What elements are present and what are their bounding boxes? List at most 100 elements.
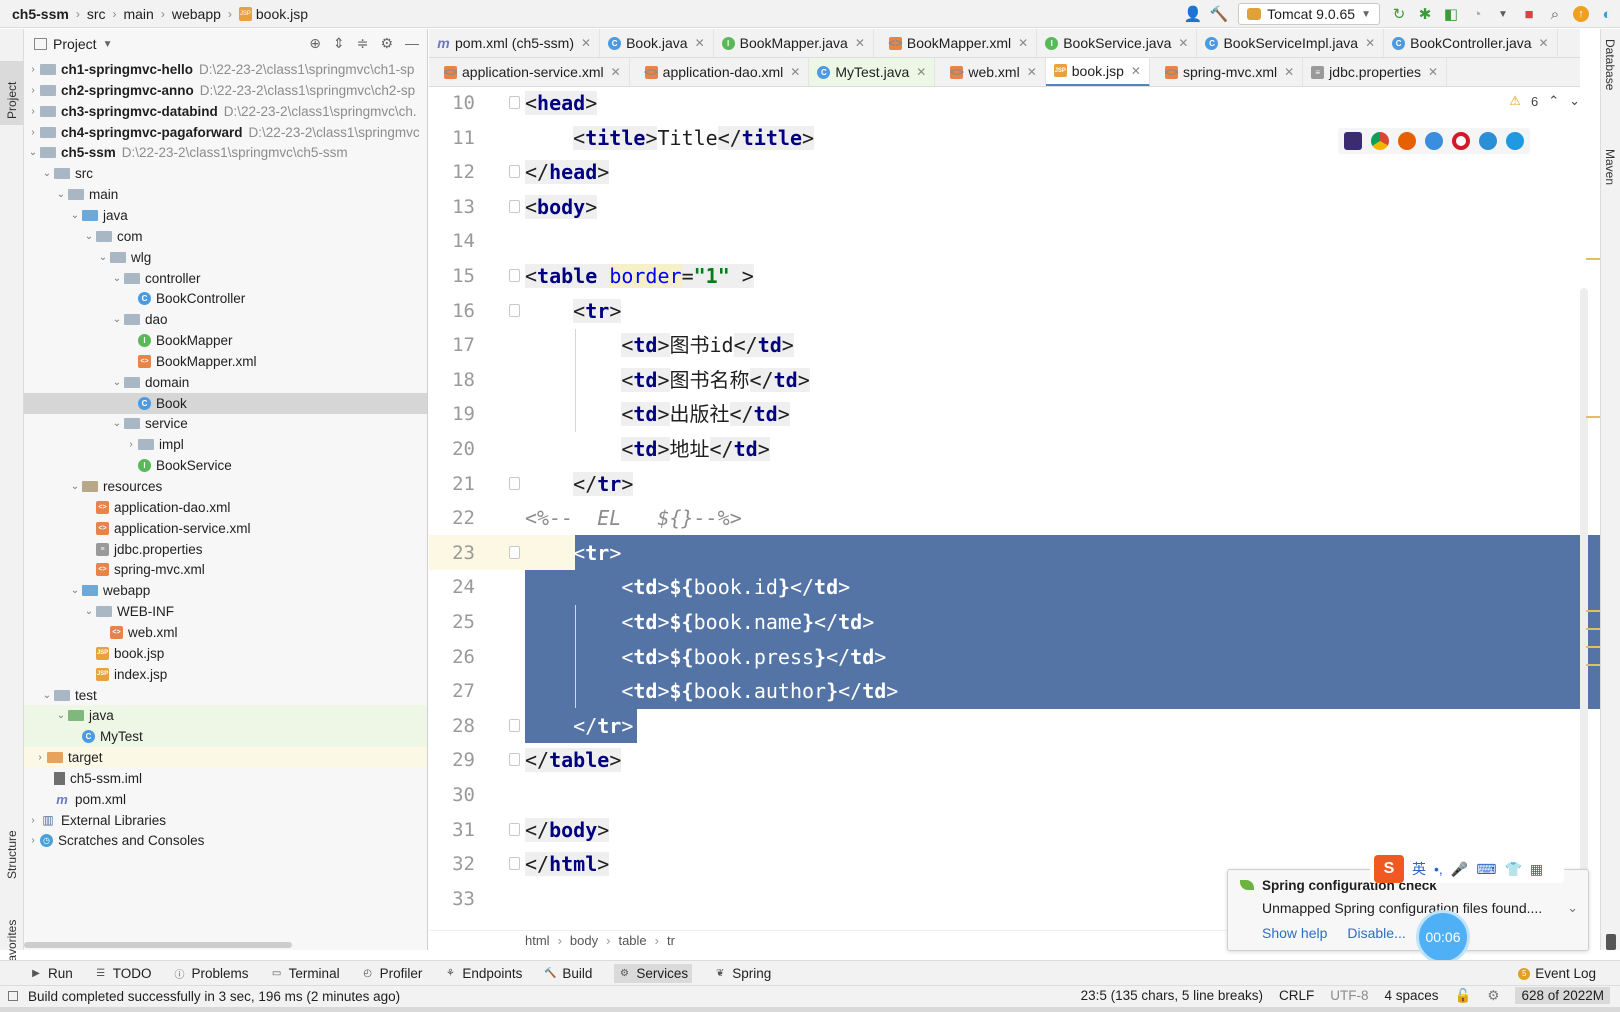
code-editor[interactable]: 10 <head> 11 <title>Title</title> 12 </head>… xyxy=(429,88,1600,930)
breadcrumb-file[interactable]: book.jsp xyxy=(256,6,308,22)
tree-item-service[interactable]: ⌄ service xyxy=(24,413,427,434)
breadcrumb-webapp[interactable]: webapp xyxy=(172,6,221,22)
tool-window-problems[interactable]: ⓘ Problems xyxy=(174,966,249,981)
line-number[interactable]: 15 xyxy=(429,259,475,294)
code-line[interactable]: 22 <%-- EL ${}--%> xyxy=(429,501,1600,536)
editor-tab-bookmapper-java[interactable]: I BookMapper.java ✕ xyxy=(714,29,874,57)
code-line[interactable]: 31 </body> xyxy=(429,813,1600,848)
build-hammer-icon[interactable]: 🔨 xyxy=(1206,2,1232,26)
safari-icon[interactable] xyxy=(1425,132,1443,150)
tree-item-application-dao-xml[interactable]: <> application-dao.xml xyxy=(24,497,427,518)
tree-item-ch1[interactable]: › ch1-springmvc-hello D:\22-23-2\class1\sp… xyxy=(24,59,427,80)
lock-icon[interactable]: 🔓 xyxy=(1455,988,1472,1004)
tool-window-run[interactable]: ▶ Run xyxy=(30,966,73,981)
tree-item-jdbc-properties[interactable]: ≡ jdbc.properties xyxy=(24,539,427,560)
chevron-down-icon[interactable]: ▼ xyxy=(103,39,113,50)
crumb-body[interactable]: body xyxy=(570,933,598,948)
line-number[interactable]: 23 xyxy=(429,536,475,571)
chevron-right-icon[interactable]: › xyxy=(33,752,47,763)
line-number[interactable]: 10 xyxy=(429,88,475,121)
tree-item-dao[interactable]: ⌄ dao xyxy=(24,309,427,330)
code-line[interactable]: 27 <td>${book.author}</td> xyxy=(429,674,1600,709)
tree-item-webapp[interactable]: ⌄ webapp xyxy=(24,580,427,601)
close-icon[interactable]: ✕ xyxy=(581,36,591,50)
tree-item-application-service-xml[interactable]: <> application-service.xml xyxy=(24,518,427,539)
tree-item-ch3[interactable]: › ch3-springmvc-databind D:\22-23-2\class1… xyxy=(24,101,427,122)
editor-tab-application-service-xml[interactable]: <> application-service.xml ✕ xyxy=(429,58,630,86)
fold-marker-icon[interactable] xyxy=(509,199,520,213)
code-line[interactable]: 12 </head> xyxy=(429,155,1600,190)
tree-item-web-inf[interactable]: ⌄ WEB-INF xyxy=(24,601,427,622)
tool-window-build[interactable]: 🔨 Build xyxy=(544,966,592,981)
tree-item-domain[interactable]: ⌄ domain xyxy=(24,372,427,393)
tree-item-mytest[interactable]: C MyTest xyxy=(24,726,427,748)
fold-marker-icon[interactable] xyxy=(509,96,520,109)
close-icon[interactable]: ✕ xyxy=(1178,36,1188,50)
tree-item-book-controller[interactable]: C BookController xyxy=(24,288,427,309)
run-configuration-select[interactable]: Tomcat 9.0.65 ▼ xyxy=(1238,3,1380,25)
internet-explorer-icon[interactable] xyxy=(1479,132,1497,150)
chevron-down-icon[interactable]: ⌄ xyxy=(110,418,124,429)
tree-item-book[interactable]: C Book xyxy=(24,392,427,414)
inspection-widget[interactable]: ⚠ 6 ⌃ ⌄ xyxy=(1509,93,1580,109)
editor-tab-application-dao-xml[interactable]: <> application-dao.xml ✕ xyxy=(630,58,810,86)
tree-item-book-mapper-xml[interactable]: <> BookMapper.xml xyxy=(24,351,427,372)
crumb-table[interactable]: table xyxy=(618,933,646,948)
coverage-icon[interactable]: ◧ xyxy=(1438,2,1464,26)
file-encoding[interactable]: UTF-8 xyxy=(1330,988,1368,1003)
tree-item-ch2[interactable]: › ch2-springmvc-anno D:\22-23-2\class1\spr… xyxy=(24,80,427,101)
tree-item-book-mapper[interactable]: I BookMapper xyxy=(24,330,427,351)
tree-item-controller[interactable]: ⌄ controller xyxy=(24,268,427,289)
tree-item-spring-mvc-xml[interactable]: <> spring-mvc.xml xyxy=(24,559,427,580)
fold-marker-icon[interactable] xyxy=(509,269,520,282)
collapse-all-icon[interactable]: ≑ xyxy=(357,35,369,52)
editor-tab-bookserviceimpl-java[interactable]: C BookServiceImpl.java ✕ xyxy=(1197,29,1385,57)
crumb-html[interactable]: html xyxy=(525,933,550,948)
tool-window-endpoints[interactable]: ⚘ Endpoints xyxy=(444,966,523,981)
warning-marker[interactable] xyxy=(1586,416,1600,418)
line-number[interactable]: 20 xyxy=(429,432,475,467)
tree-item-test[interactable]: ⌄ test xyxy=(24,685,427,706)
code-line[interactable]: 19 <td>出版社</td> xyxy=(429,397,1600,432)
close-icon[interactable]: ✕ xyxy=(611,65,621,79)
tool-tab-structure[interactable]: Structure xyxy=(0,809,24,883)
fold-marker-icon[interactable] xyxy=(509,476,520,490)
firefox-icon[interactable] xyxy=(1398,132,1416,150)
line-number[interactable]: 30 xyxy=(429,778,475,813)
disable-link[interactable]: Disable... xyxy=(1347,925,1405,941)
breadcrumb-project[interactable]: ch5-ssm xyxy=(12,6,69,22)
editor-tab-bookservice-java[interactable]: I BookService.java ✕ xyxy=(1037,29,1198,57)
tree-item-external-libraries[interactable]: › ▥ External Libraries xyxy=(24,810,427,831)
stop-icon[interactable]: ■ xyxy=(1516,2,1542,26)
chevron-down-icon[interactable]: ⌄ xyxy=(26,147,40,158)
editor-tab-pom-xml-ch5-ssm[interactable]: m pom.xml (ch5-ssm) ✕ xyxy=(429,29,601,57)
warning-marker[interactable] xyxy=(1586,258,1600,260)
line-number[interactable]: 11 xyxy=(429,121,475,156)
close-icon[interactable]: ✕ xyxy=(1131,64,1141,78)
line-number[interactable]: 21 xyxy=(429,467,475,502)
chevron-down-icon[interactable]: ⌄ xyxy=(110,314,124,325)
tree-item-web-xml[interactable]: <> web.xml xyxy=(24,622,427,643)
code-line[interactable]: 15 <table border="1" > xyxy=(429,259,1600,294)
close-icon[interactable]: ✕ xyxy=(790,65,800,79)
line-number[interactable]: 18 xyxy=(429,363,475,398)
code-line[interactable]: 29 </table> xyxy=(429,743,1600,778)
line-number[interactable]: 14 xyxy=(429,224,475,259)
minimize-icon[interactable]: — xyxy=(405,35,419,52)
code-line[interactable]: 30 xyxy=(429,778,1600,813)
event-log-button[interactable]: 5 Event Log xyxy=(1518,966,1596,981)
line-separator[interactable]: CRLF xyxy=(1279,988,1314,1003)
warning-marker[interactable] xyxy=(1586,646,1600,648)
chevron-down-icon[interactable]: ⌄ xyxy=(110,377,124,388)
line-number[interactable]: 12 xyxy=(429,155,475,190)
line-number[interactable]: 22 xyxy=(429,501,475,536)
chevron-down-icon[interactable]: ⌄ xyxy=(1569,93,1580,109)
code-line[interactable]: 25 <td>${book.name}</td> xyxy=(429,605,1600,640)
status-message[interactable]: Build completed successfully in 3 sec, 1… xyxy=(28,989,400,1004)
indent-setting[interactable]: 4 spaces xyxy=(1384,988,1438,1003)
tree-item-test-java[interactable]: ⌄ java xyxy=(24,705,427,727)
close-icon[interactable]: ✕ xyxy=(1018,36,1028,50)
chevron-right-icon[interactable]: › xyxy=(26,127,40,138)
fold-marker-icon[interactable] xyxy=(509,822,520,836)
rerun-icon[interactable]: ↻ xyxy=(1386,2,1412,26)
